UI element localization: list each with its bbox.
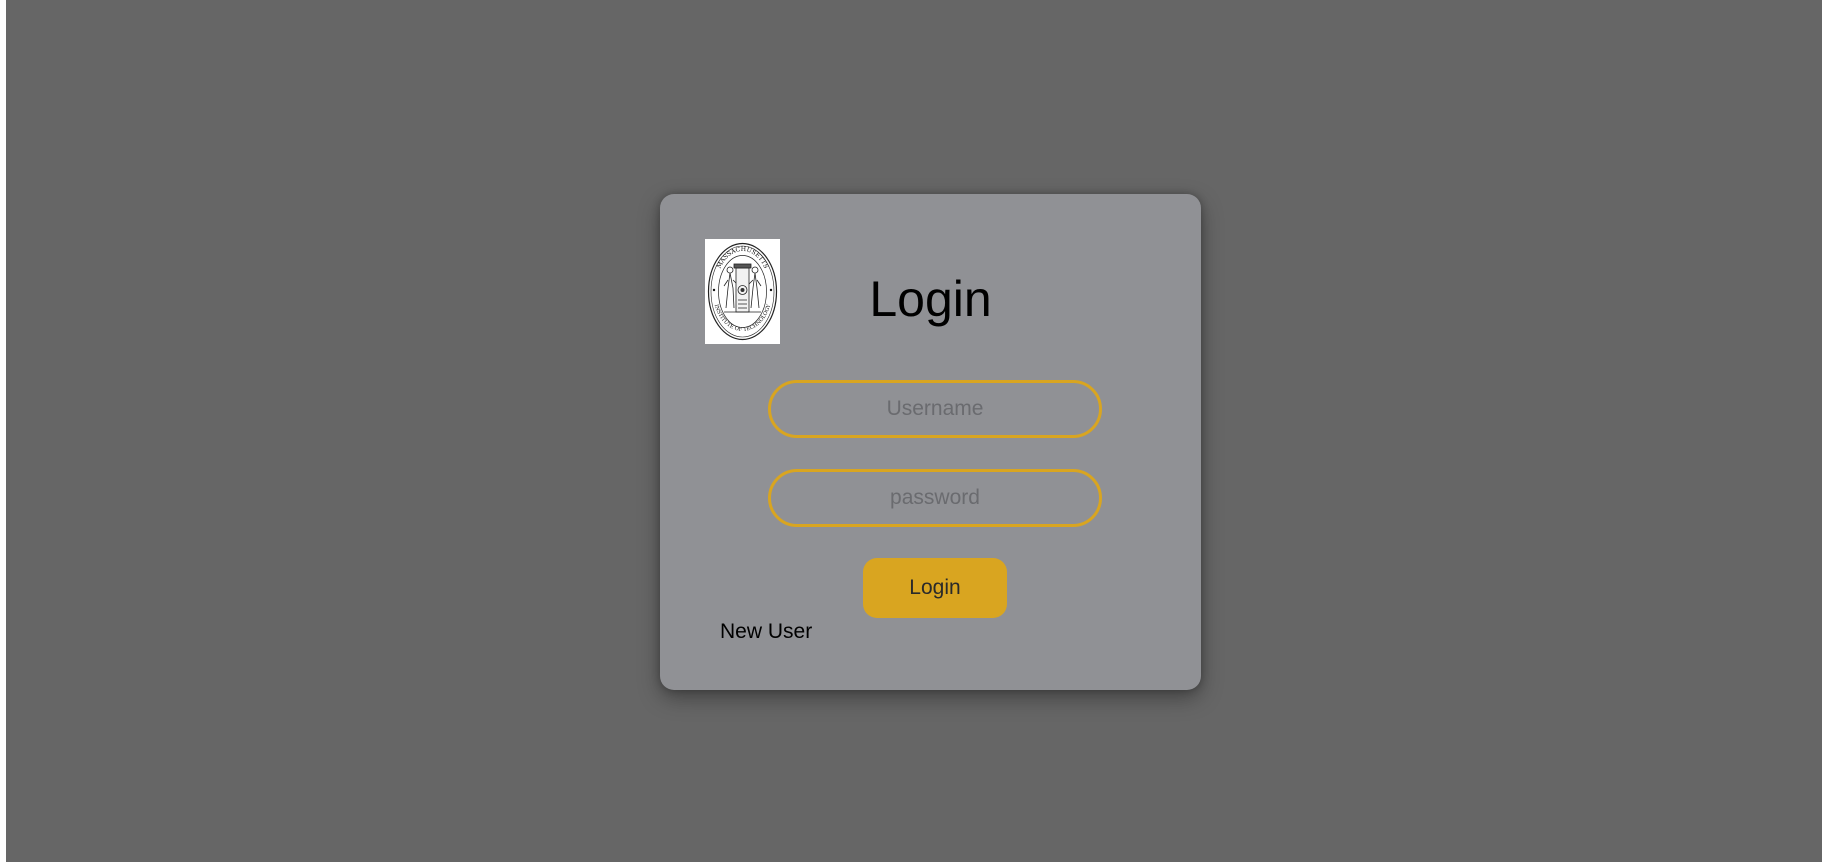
login-card: MASSACHUSETTS INSTITUTE OF TECHNOLOGY Lo…	[660, 194, 1201, 690]
new-user-link[interactable]: New User	[720, 620, 812, 644]
password-input[interactable]	[768, 469, 1102, 527]
page-title: Login	[869, 271, 992, 327]
username-input[interactable]	[768, 380, 1102, 438]
page-background: MASSACHUSETTS INSTITUTE OF TECHNOLOGY Lo…	[6, 0, 1822, 862]
login-button[interactable]: Login	[863, 558, 1007, 618]
